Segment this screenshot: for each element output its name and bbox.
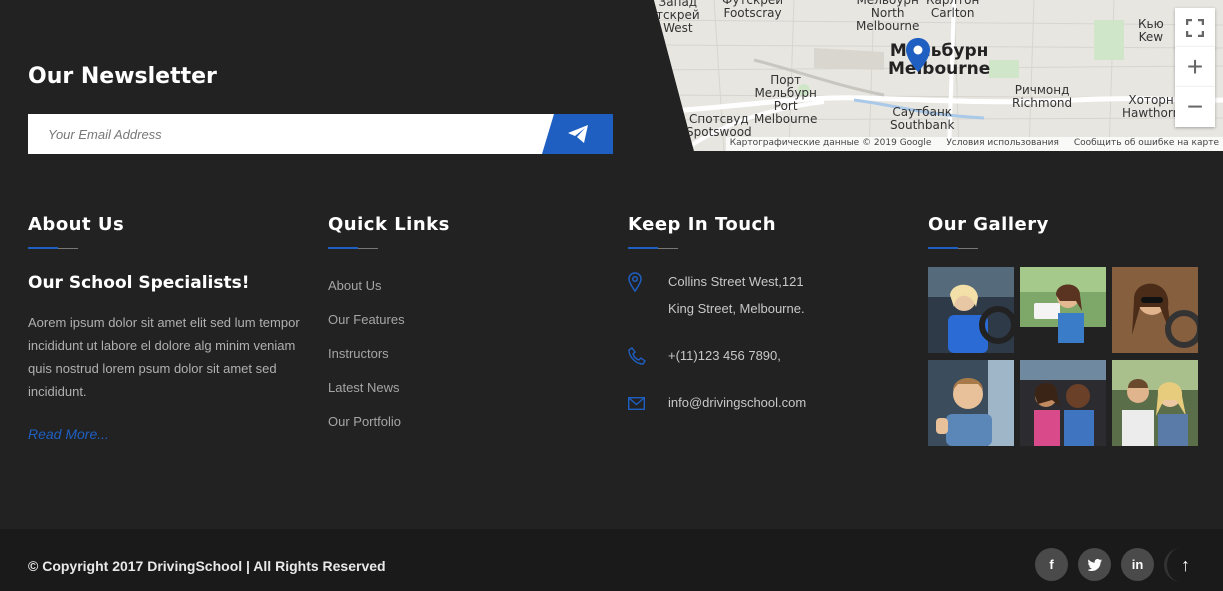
paper-plane-icon (567, 125, 588, 143)
map-report-link[interactable]: Сообщить об ошибке на карте (1074, 138, 1219, 148)
facebook-button[interactable]: f (1035, 548, 1068, 581)
linkedin-icon: in (1131, 557, 1144, 572)
phone-number[interactable]: +(11)123 456 7890, (668, 342, 781, 369)
about-text: Aorem ipsum dolor sit amet elit sed lum … (28, 315, 300, 399)
about-subtitle: Our School Specialists! (28, 273, 250, 293)
quick-link-about-us[interactable]: About Us (328, 269, 578, 303)
email-address[interactable]: info@drivingschool.com (668, 389, 806, 416)
facebook-icon: f (1049, 557, 1054, 572)
gallery-image-man-thumbs-up[interactable] (928, 360, 1014, 446)
gallery-column: Our Gallery (928, 214, 1203, 446)
contact-phone: +(11)123 456 7890, (628, 342, 888, 369)
gallery-title: Our Gallery (928, 214, 1049, 235)
twitter-button[interactable] (1078, 548, 1111, 581)
contact-email: info@drivingschool.com (627, 389, 888, 416)
newsletter-title: Our Newsletter (28, 64, 217, 89)
envelope-icon (627, 389, 668, 416)
gallery-image-woman-sunglasses[interactable] (1112, 267, 1198, 353)
map-terms-link[interactable]: Условия использования (946, 138, 1059, 148)
map-label: Кью Kew (1138, 17, 1164, 44)
arrow-up-icon: ↑ (1181, 554, 1190, 575)
map-data-credit: Картографические данные © 2019 Google (729, 138, 932, 148)
contact-title: Keep In Touch (628, 214, 777, 235)
map-pin-icon[interactable] (906, 38, 930, 72)
map-attribution[interactable]: Картографические данные © 2019 Google Ус… (725, 137, 1223, 151)
map-label: Саутбанк Southbank (890, 105, 955, 132)
quick-link-latest-news[interactable]: Latest News (328, 371, 578, 405)
contact-address: Collins Street West,121 King Street, Mel… (628, 268, 888, 322)
title-divider (328, 247, 378, 249)
contact-column: Keep In Touch Collins Street West,121 Ki… (627, 214, 888, 416)
gallery-grid (928, 267, 1203, 446)
title-divider (28, 247, 78, 249)
twitter-icon (1087, 558, 1102, 571)
title-divider (628, 247, 678, 249)
read-more-link[interactable]: Read More... (28, 426, 109, 442)
linkedin-button[interactable]: in (1121, 548, 1154, 581)
quick-link-our-portfolio[interactable]: Our Portfolio (328, 405, 578, 439)
footer-page: Запад тскрей West Футскрей Footscray Мел… (0, 0, 1223, 591)
map-label: Хоторн Hawthorn (1122, 93, 1181, 120)
quick-links-column: Quick Links About Us Our Features Instru… (328, 214, 578, 439)
quick-link-our-features[interactable]: Our Features (328, 303, 578, 337)
map-zoom-out-button[interactable]: − (1175, 87, 1215, 127)
gallery-image-couple-in-car[interactable] (1020, 360, 1106, 446)
about-title: About Us (28, 214, 125, 235)
quick-links-list: About Us Our Features Instructors Latest… (328, 269, 578, 439)
map-label: Карлтон Carlton (926, 0, 980, 20)
scroll-to-top-button[interactable]: ↑ (1164, 548, 1204, 582)
quick-link-instructors[interactable]: Instructors (328, 337, 578, 371)
fullscreen-icon (1186, 19, 1204, 37)
address-line-1: Collins Street West,121 (668, 274, 804, 289)
map-label: Запад тскрей West (656, 0, 700, 35)
map-fullscreen-button[interactable] (1175, 8, 1215, 48)
email-input[interactable] (28, 114, 558, 154)
map-label-city: Мельбурн Melbourne (888, 41, 991, 79)
bottom-bar: © Copyright 2017 DrivingSchool | All Rig… (0, 529, 1223, 591)
map-zoom-in-button[interactable]: + (1175, 47, 1215, 87)
google-map[interactable]: Запад тскрей West Футскрей Footscray Мел… (654, 0, 1223, 151)
quick-links-title: Quick Links (328, 214, 450, 235)
phone-icon (628, 342, 668, 369)
copyright-text: © Copyright 2017 DrivingSchool | All Rig… (28, 558, 386, 574)
title-divider (928, 247, 978, 249)
gallery-image-driver-license[interactable] (1020, 267, 1106, 353)
map-label: Мельбурн North Melbourne (856, 0, 920, 33)
map-label: Порт Мельбурн Port Melbourne (754, 73, 818, 126)
map-marker-icon (628, 268, 668, 322)
about-column: About Us Our School Specialists! Aorem i… (28, 214, 308, 444)
map-label: Футскрей Footscray (722, 0, 784, 20)
address-line-2: King Street, Melbourne. (668, 301, 805, 316)
map-label: Спотсвуд Spotswood (686, 112, 752, 139)
newsletter-submit-button[interactable] (542, 114, 613, 154)
map-label: Ричмонд Richmond (1012, 83, 1073, 110)
gallery-image-family-in-car[interactable] (1112, 360, 1198, 446)
gallery-image-driving-student[interactable] (928, 267, 1014, 353)
